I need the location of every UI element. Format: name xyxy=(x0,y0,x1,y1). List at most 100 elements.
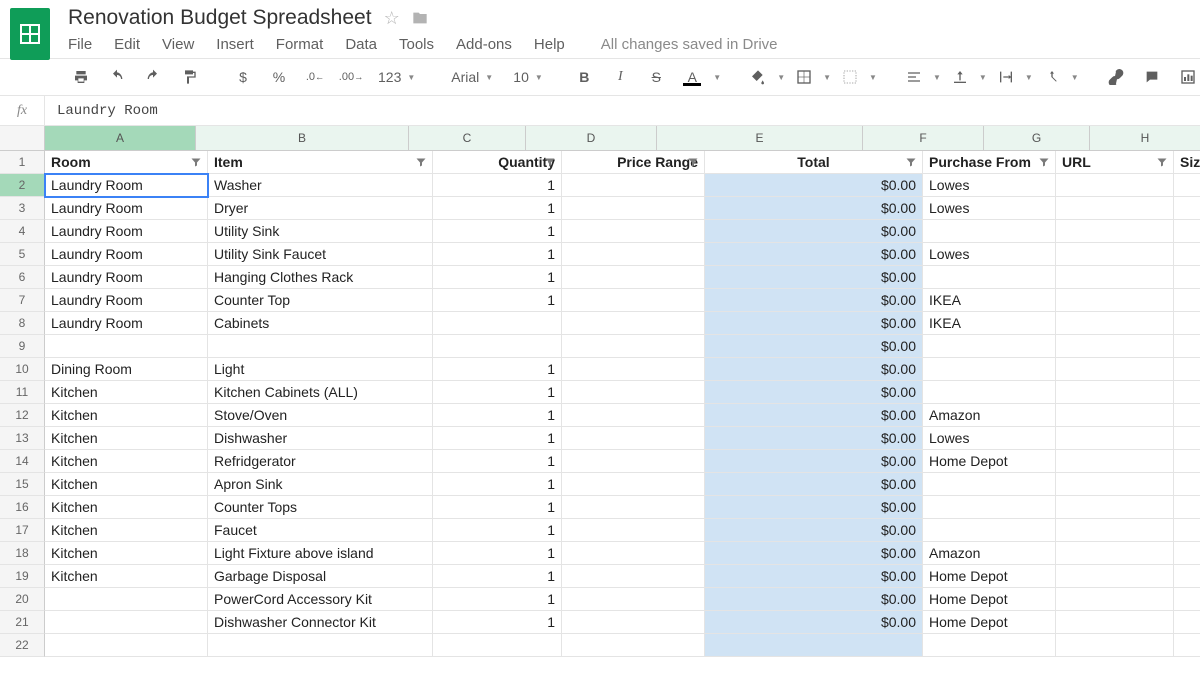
cell-A3[interactable]: Laundry Room xyxy=(45,197,208,220)
cell-H9[interactable] xyxy=(1174,335,1200,358)
cell-C3[interactable]: 1 xyxy=(433,197,562,220)
cell-D19[interactable] xyxy=(562,565,705,588)
menu-insert[interactable]: Insert xyxy=(216,36,254,53)
cell-G9[interactable] xyxy=(1056,335,1174,358)
cell-A9[interactable] xyxy=(45,335,208,358)
cell-C13[interactable]: 1 xyxy=(433,427,562,450)
cell-E20[interactable]: $0.00 xyxy=(705,588,923,611)
cell-A16[interactable]: Kitchen xyxy=(45,496,208,519)
cell-F17[interactable] xyxy=(923,519,1056,542)
cell-G8[interactable] xyxy=(1056,312,1174,335)
cell-E19[interactable]: $0.00 xyxy=(705,565,923,588)
cell-H10[interactable] xyxy=(1174,358,1200,381)
cell-D7[interactable] xyxy=(562,289,705,312)
cell-E14[interactable]: $0.00 xyxy=(705,450,923,473)
cell-B11[interactable]: Kitchen Cabinets (ALL) xyxy=(208,381,433,404)
header-cell-E[interactable]: Total xyxy=(705,151,923,174)
cell-D12[interactable] xyxy=(562,404,705,427)
cell-C18[interactable]: 1 xyxy=(433,542,562,565)
row-header-7[interactable]: 7 xyxy=(0,289,45,312)
sheets-logo[interactable] xyxy=(10,8,50,60)
cell-C14[interactable]: 1 xyxy=(433,450,562,473)
header-cell-C[interactable]: Quantity xyxy=(433,151,562,174)
cell-E11[interactable]: $0.00 xyxy=(705,381,923,404)
cell-B7[interactable]: Counter Top xyxy=(208,289,433,312)
cell-F9[interactable] xyxy=(923,335,1056,358)
row-header-17[interactable]: 17 xyxy=(0,519,45,542)
cell-H8[interactable] xyxy=(1174,312,1200,335)
star-icon[interactable]: ☆ xyxy=(384,8,400,29)
row-header-4[interactable]: 4 xyxy=(0,220,45,243)
insert-link-icon[interactable] xyxy=(1099,64,1133,90)
cell-B2[interactable]: Washer xyxy=(208,174,433,197)
cell-B10[interactable]: Light xyxy=(208,358,433,381)
cell-D3[interactable] xyxy=(562,197,705,220)
cell-A17[interactable]: Kitchen xyxy=(45,519,208,542)
cell-E8[interactable]: $0.00 xyxy=(705,312,923,335)
cell-H5[interactable] xyxy=(1174,243,1200,266)
col-header-D[interactable]: D xyxy=(526,126,657,150)
row-header-6[interactable]: 6 xyxy=(0,266,45,289)
cell-D20[interactable] xyxy=(562,588,705,611)
header-cell-D[interactable]: Price Range xyxy=(562,151,705,174)
cell-G13[interactable] xyxy=(1056,427,1174,450)
cell-H12[interactable] xyxy=(1174,404,1200,427)
cell-F3[interactable]: Lowes xyxy=(923,197,1056,220)
menu-file[interactable]: File xyxy=(68,36,92,53)
cell-B8[interactable]: Cabinets xyxy=(208,312,433,335)
font-family-select[interactable]: Arial▼ xyxy=(443,64,485,90)
cell-G16[interactable] xyxy=(1056,496,1174,519)
cell-A21[interactable] xyxy=(45,611,208,634)
cell-B6[interactable]: Hanging Clothes Rack xyxy=(208,266,433,289)
text-rotation-icon[interactable] xyxy=(1035,64,1069,90)
folder-icon[interactable] xyxy=(412,10,428,26)
cell-A8[interactable]: Laundry Room xyxy=(45,312,208,335)
merge-cells-icon[interactable] xyxy=(833,64,867,90)
cell-D4[interactable] xyxy=(562,220,705,243)
menu-tools[interactable]: Tools xyxy=(399,36,434,53)
cell-E6[interactable]: $0.00 xyxy=(705,266,923,289)
menu-format[interactable]: Format xyxy=(276,36,324,53)
col-header-B[interactable]: B xyxy=(196,126,409,150)
cell-A12[interactable]: Kitchen xyxy=(45,404,208,427)
cell-D10[interactable] xyxy=(562,358,705,381)
text-color-dropdown[interactable]: ▼ xyxy=(713,73,721,82)
cell-D16[interactable] xyxy=(562,496,705,519)
cell-D13[interactable] xyxy=(562,427,705,450)
paint-format-icon[interactable] xyxy=(172,64,206,90)
format-currency[interactable]: $ xyxy=(226,64,260,90)
cell-E10[interactable]: $0.00 xyxy=(705,358,923,381)
col-header-E[interactable]: E xyxy=(657,126,863,150)
row-header-9[interactable]: 9 xyxy=(0,335,45,358)
cell-E17[interactable]: $0.00 xyxy=(705,519,923,542)
cell-H11[interactable] xyxy=(1174,381,1200,404)
cell-D6[interactable] xyxy=(562,266,705,289)
cell-G19[interactable] xyxy=(1056,565,1174,588)
filter-toggle-icon[interactable] xyxy=(414,155,428,169)
cell-A20[interactable] xyxy=(45,588,208,611)
cell-F21[interactable]: Home Depot xyxy=(923,611,1056,634)
cell-E12[interactable]: $0.00 xyxy=(705,404,923,427)
borders-icon[interactable] xyxy=(787,64,821,90)
row-header-8[interactable]: 8 xyxy=(0,312,45,335)
row-header-21[interactable]: 21 xyxy=(0,611,45,634)
cell-D11[interactable] xyxy=(562,381,705,404)
cell-H14[interactable] xyxy=(1174,450,1200,473)
cell-F15[interactable] xyxy=(923,473,1056,496)
cell-B9[interactable] xyxy=(208,335,433,358)
cell-A6[interactable]: Laundry Room xyxy=(45,266,208,289)
col-header-A[interactable]: A xyxy=(45,126,196,150)
cell-H17[interactable] xyxy=(1174,519,1200,542)
row-header-16[interactable]: 16 xyxy=(0,496,45,519)
decrease-decimal[interactable]: .0← xyxy=(298,64,332,90)
cell-G6[interactable] xyxy=(1056,266,1174,289)
print-icon[interactable] xyxy=(64,64,98,90)
cell-E9[interactable]: $0.00 xyxy=(705,335,923,358)
header-cell-B[interactable]: Item xyxy=(208,151,433,174)
cell-H6[interactable] xyxy=(1174,266,1200,289)
cell-D14[interactable] xyxy=(562,450,705,473)
cell-C7[interactable]: 1 xyxy=(433,289,562,312)
row-header-2[interactable]: 2 xyxy=(0,174,45,197)
cell-C5[interactable]: 1 xyxy=(433,243,562,266)
cell-D5[interactable] xyxy=(562,243,705,266)
